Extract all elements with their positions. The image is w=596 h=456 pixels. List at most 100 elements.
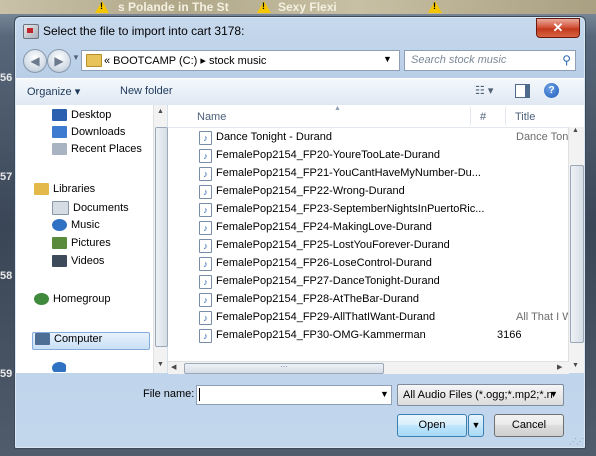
new-folder-button[interactable]: New folder	[120, 85, 173, 97]
search-icon[interactable]: ⚲	[562, 53, 571, 67]
background-text: Sexy Flexi	[278, 0, 337, 14]
address-bar[interactable]: « BOOTCAMP (C:) ▸ stock music ▼ ↻	[81, 50, 462, 71]
table-row[interactable]: ♪ FemalePop2154_FP30-OMG-Kammerman 3166	[172, 327, 562, 343]
nav-item-homegroup[interactable]: Homegroup	[34, 293, 110, 309]
scroll-thumb[interactable]	[570, 165, 584, 343]
open-options-dropdown[interactable]: ▼	[468, 414, 484, 437]
nav-item-label: Libraries	[53, 183, 96, 195]
file-name-cell[interactable]: FemalePop2154_FP26-LoseControl-Durand	[216, 257, 432, 269]
navigation-pane: Desktop Downloads Recent Places Librarie…	[16, 105, 168, 373]
homegroup-icon	[34, 293, 49, 306]
table-row[interactable]: ♪ Dance Tonight - Durand Dance Tonigh	[172, 129, 583, 145]
file-name-field[interactable]: ▼	[196, 385, 392, 405]
dialog-footer: File name: ▼ All Audio Files (*.ogg;*.mp…	[15, 374, 585, 448]
file-name-cell[interactable]: FemalePop2154_FP22-Wrong-Durand	[216, 185, 405, 197]
file-list: ▲ Name # Title ♪ Dance Tonight - Durand Da…	[168, 105, 584, 373]
search-box[interactable]: Search stock music ⚲	[404, 50, 576, 71]
scroll-down-icon[interactable]: ▼	[157, 361, 164, 368]
column-header-name[interactable]: Name	[197, 111, 226, 123]
organize-button[interactable]: Organize ▾	[27, 85, 80, 98]
title-bar[interactable]: Select the file to import into cart 3178…	[15, 17, 585, 45]
nav-pane-scrollbar[interactable]: ▲ ▼	[153, 105, 168, 373]
file-name-dropdown-icon[interactable]: ▼	[380, 389, 389, 399]
help-icon[interactable]: ?	[544, 83, 559, 98]
file-open-dialog: Select the file to import into cart 3178…	[14, 16, 586, 449]
forward-arrow-icon: ▶	[54, 54, 64, 68]
table-row[interactable]: ♪ FemalePop2154_FP25-LostYouForever-Duran…	[172, 237, 562, 253]
nav-item-desktop[interactable]: Desktop	[52, 109, 111, 125]
nav-item-videos[interactable]: Videos	[52, 255, 104, 271]
scroll-right-icon[interactable]: ▶	[557, 363, 562, 371]
chevron-down-icon: ▼	[549, 389, 558, 399]
file-list-horizontal-scrollbar[interactable]: ◀ ⋯ ▶	[168, 361, 569, 374]
scroll-left-icon[interactable]: ◀	[171, 363, 176, 371]
column-divider[interactable]	[470, 107, 471, 125]
nav-item-computer[interactable]: Computer	[32, 332, 150, 350]
nav-item-pictures[interactable]: Pictures	[52, 237, 111, 253]
file-type-select[interactable]: All Audio Files (*.ogg;*.mp2;*.n ▼	[397, 384, 564, 406]
scroll-up-icon[interactable]: ▲	[572, 127, 579, 134]
browser-content: Desktop Downloads Recent Places Librarie…	[16, 105, 584, 374]
file-list-vertical-scrollbar[interactable]: ▲ ▼	[568, 127, 584, 373]
nav-item-music[interactable]: Music	[52, 219, 100, 235]
search-input[interactable]: Search stock music	[411, 54, 506, 66]
column-header-title[interactable]: Title	[515, 111, 535, 123]
nav-item-documents[interactable]: Documents	[52, 201, 129, 217]
music-icon	[52, 219, 67, 232]
back-button[interactable]: ◀	[23, 49, 47, 73]
file-name-cell[interactable]: FemalePop2154_FP28-AtTheBar-Durand	[216, 293, 419, 305]
table-row[interactable]: ♪ FemalePop2154_FP20-YoureTooLate-Durand	[172, 147, 562, 163]
table-row[interactable]: ♪ FemalePop2154_FP24-MakingLove-Durand	[172, 219, 562, 235]
table-row[interactable]: ♪ FemalePop2154_FP28-AtTheBar-Durand	[172, 291, 562, 307]
cancel-button[interactable]: Cancel	[494, 414, 564, 437]
file-name-cell[interactable]: FemalePop2154_FP25-LostYouForever-Durand	[216, 239, 450, 251]
nav-item-downloads[interactable]: Downloads	[52, 126, 125, 142]
audio-file-icon: ♪	[199, 329, 212, 343]
open-button[interactable]: Open	[397, 414, 467, 437]
libraries-icon	[34, 183, 49, 196]
nav-item-recent-places[interactable]: Recent Places	[52, 143, 142, 159]
pictures-icon	[52, 237, 67, 250]
dialog-title: Select the file to import into cart 3178…	[43, 24, 245, 38]
file-name-cell[interactable]: FemalePop2154_FP30-OMG-Kammerman	[216, 329, 426, 341]
scroll-thumb[interactable]: ⋯	[184, 363, 384, 374]
file-name-cell[interactable]: Dance Tonight - Durand	[216, 131, 332, 143]
column-divider[interactable]	[505, 107, 506, 125]
close-button[interactable]: ✕	[536, 18, 580, 38]
column-header-number[interactable]: #	[480, 111, 486, 123]
file-name-cell[interactable]: FemalePop2154_FP29-AllThatIWant-Durand	[216, 311, 435, 323]
scroll-down-icon[interactable]: ▼	[572, 362, 579, 369]
file-name-cell[interactable]: FemalePop2154_FP27-DanceTonight-Durand	[216, 275, 440, 287]
audio-file-icon: ♪	[199, 239, 212, 253]
file-name-cell[interactable]: FemalePop2154_FP23-SeptemberNightsInPuer…	[216, 203, 484, 215]
scroll-thumb[interactable]	[155, 127, 168, 347]
file-name-cell[interactable]: FemalePop2154_FP20-YoureTooLate-Durand	[216, 149, 440, 161]
background-number: 56	[0, 72, 13, 84]
downloads-icon	[52, 126, 67, 139]
table-row[interactable]: ♪ FemalePop2154_FP26-LoseControl-Durand	[172, 255, 562, 271]
file-name-label: File name:	[143, 388, 195, 400]
file-type-value: All Audio Files (*.ogg;*.mp2;*.n	[403, 389, 553, 401]
computer-icon	[35, 333, 50, 346]
table-row[interactable]: ♪ FemalePop2154_FP22-Wrong-Durand	[172, 183, 562, 199]
audio-file-icon: ♪	[199, 293, 212, 307]
forward-button[interactable]: ▶	[47, 49, 71, 73]
table-row[interactable]: ♪ FemalePop2154_FP29-AllThatIWant-Durand A…	[172, 309, 584, 325]
address-dropdown-icon[interactable]: ▼	[383, 54, 392, 64]
scroll-up-icon[interactable]: ▲	[157, 108, 164, 115]
address-path[interactable]: « BOOTCAMP (C:) ▸ stock music	[104, 54, 266, 67]
recent-locations-dropdown[interactable]: ▼	[72, 53, 80, 62]
folder-icon	[86, 54, 102, 67]
preview-pane-icon[interactable]	[515, 84, 530, 98]
table-row[interactable]: ♪ FemalePop2154_FP27-DanceTonight-Durand	[172, 273, 562, 289]
view-options-icon[interactable]: ☷ ▾	[475, 84, 501, 98]
audio-file-icon: ♪	[199, 131, 212, 145]
recent-places-icon	[52, 143, 67, 156]
table-row[interactable]: ♪ FemalePop2154_FP21-YouCantHaveMyNumber-…	[172, 165, 562, 181]
file-name-cell[interactable]: FemalePop2154_FP24-MakingLove-Durand	[216, 221, 432, 233]
resize-grip-icon[interactable]: ⋰⋰	[569, 437, 584, 446]
audio-file-icon: ♪	[199, 221, 212, 235]
table-row[interactable]: ♪ FemalePop2154_FP23-SeptemberNightsInPue…	[172, 201, 562, 217]
nav-item-libraries[interactable]: Libraries	[34, 183, 95, 199]
file-name-cell[interactable]: FemalePop2154_FP21-YouCantHaveMyNumber-D…	[216, 167, 481, 179]
